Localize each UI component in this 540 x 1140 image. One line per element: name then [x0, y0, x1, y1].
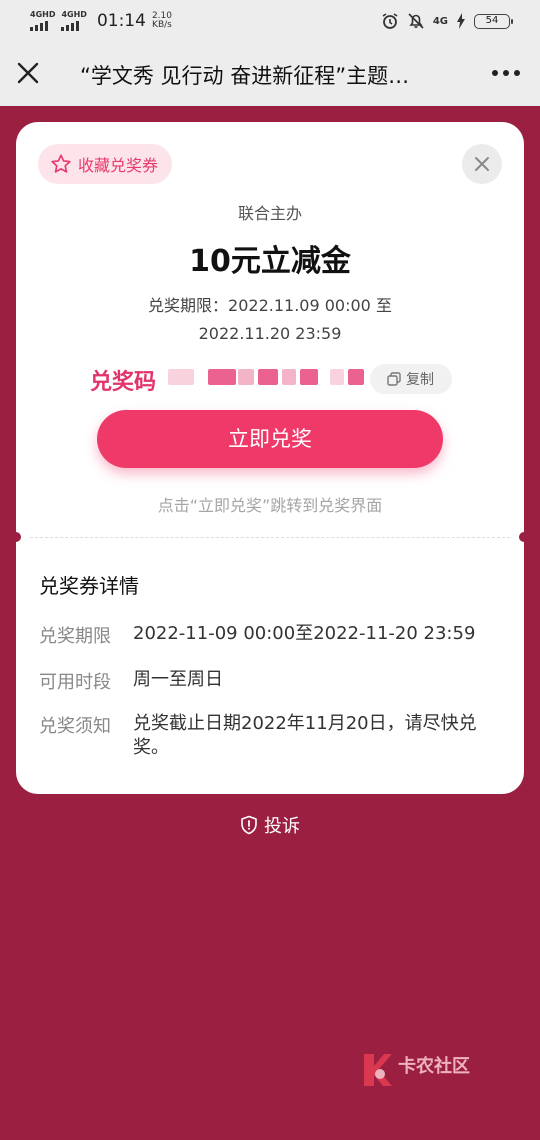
validity-line-2: 2022.11.20 23:59: [198, 324, 342, 343]
detail-key: 兑奖期限: [39, 626, 111, 647]
mute-bell-icon: [408, 13, 424, 29]
sponsor-text: 联合主办: [237, 204, 302, 223]
redeem-code-label: 兑奖码: [90, 370, 157, 395]
details-title: 兑奖券详情: [39, 574, 139, 598]
signal-strength-1: 4GHD: [30, 11, 55, 31]
close-icon: [475, 157, 489, 171]
ticket-notch-right: [519, 532, 529, 542]
validity-period: 兑奖期限：2022.11.09 00:00 至 2022.11.20 23:59: [16, 292, 524, 348]
ticket-notch-left: [11, 532, 21, 542]
detail-value: 2022-11-09 00:00至2022-11-20 23:59: [133, 623, 476, 644]
speed-unit: KB/s: [152, 20, 172, 30]
kanong-logo-icon: [364, 1054, 392, 1086]
network-type: 4G: [432, 15, 448, 27]
detail-row-notice: 兑奖须知 兑奖截止日期2022年11月20日，请尽快兑奖。: [39, 712, 503, 760]
redeem-now-button[interactable]: 立即兑奖: [97, 410, 443, 468]
more-options-icon[interactable]: [492, 70, 520, 76]
alarm-icon: [382, 13, 398, 29]
shield-warning-icon: [241, 815, 257, 835]
detail-row-period: 兑奖期限 2022-11-09 00:00至2022-11-20 23:59: [39, 622, 503, 648]
card-close-button[interactable]: [462, 144, 502, 184]
close-icon[interactable]: [14, 59, 42, 87]
detail-value: 兑奖截止日期2022年11月20日，请尽快兑奖。: [133, 713, 477, 758]
copy-button[interactable]: 复制: [370, 364, 452, 394]
clock: 01:14: [96, 11, 146, 31]
network-speed: 2.10 KB/s: [152, 12, 172, 30]
detail-row-hours: 可用时段 周一至周日: [39, 668, 503, 694]
battery-indicator: 54: [474, 13, 513, 29]
copy-icon: [387, 372, 401, 386]
page-title: “学文秀 见行动 奋进新征程”主题…: [80, 64, 410, 88]
favorite-coupon-button[interactable]: 收藏兑奖券: [38, 144, 173, 184]
redeem-code-row: 兑奖码 复制: [90, 362, 452, 396]
charging-icon: [457, 13, 465, 29]
signal-label-2: 4GHD: [61, 10, 87, 19]
validity-line-1: 兑奖期限：2022.11.09 00:00 至: [148, 296, 392, 315]
star-icon: [51, 154, 71, 173]
favorite-label: 收藏兑奖券: [78, 156, 159, 175]
signal-label-1: 4GHD: [30, 10, 56, 19]
detail-value: 周一至周日: [133, 669, 223, 690]
divider: [30, 537, 510, 538]
status-bar: 4GHD 4GHD 01:14 2.10 KB/s 4G 54: [0, 0, 540, 40]
complain-label: 投诉: [264, 816, 300, 837]
watermark-logo: 卡农社区: [360, 1050, 490, 1090]
complain-link[interactable]: 投诉: [0, 812, 540, 838]
coupon-amount: 10元立减金: [189, 244, 351, 279]
copy-label: 复制: [406, 372, 434, 388]
coupon-card: 收藏兑奖券 联合主办 10元立减金 兑奖期限：2022.11.09 00:00 …: [11, 122, 529, 794]
detail-key: 兑奖须知: [39, 716, 111, 737]
nav-bar: “学文秀 见行动 奋进新征程”主题…: [0, 40, 540, 106]
redeem-hint: 点击“立即兑奖”跳转到兑奖界面: [157, 496, 383, 515]
detail-key: 可用时段: [39, 672, 111, 693]
signal-strength-2: 4GHD: [61, 10, 87, 31]
watermark-text: 卡农社区: [398, 1056, 470, 1077]
